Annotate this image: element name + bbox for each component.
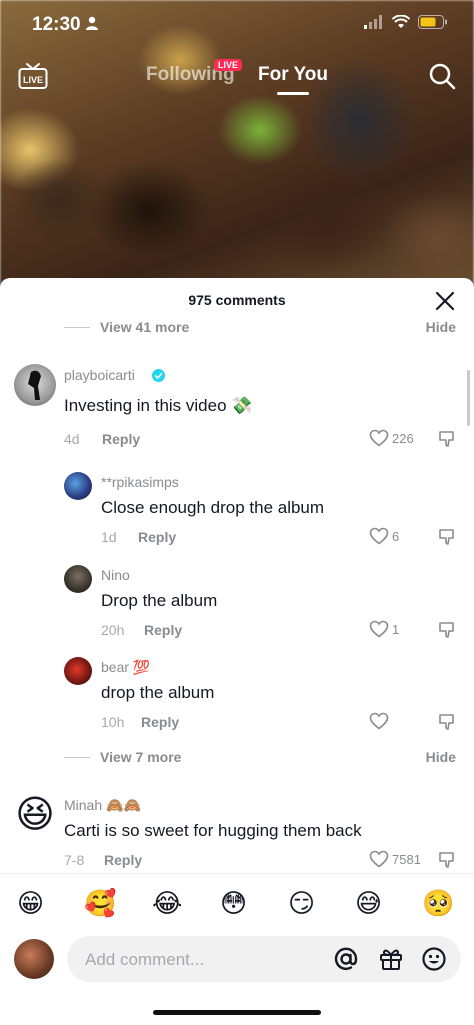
view-more-replies-bottom[interactable]: View 7 more Hide (64, 747, 456, 767)
comment-text: Carti is so sweet for hugging them back (64, 821, 362, 840)
emoji-quick-bar: 😁 🥰 😂 😳 😏 😅 🥺 (0, 873, 474, 936)
divider-line (64, 756, 90, 758)
like-button[interactable] (369, 712, 392, 730)
comment-text: Close enough drop the album (101, 498, 325, 517)
comment-age: 4d (64, 431, 80, 447)
like-button[interactable]: 1 (369, 620, 399, 638)
dislike-icon[interactable] (438, 621, 456, 639)
live-icon[interactable]: LIVE (18, 62, 48, 90)
reply-item: **rpikasimps Close enough drop the album… (0, 472, 474, 552)
svg-text:LIVE: LIVE (23, 75, 43, 85)
emoji-button[interactable]: 😏 (288, 888, 315, 918)
tab-for-you[interactable]: For You (258, 64, 328, 86)
comment-age: 10h (101, 714, 125, 730)
comment-username[interactable]: Minah 🙈🙈 (64, 797, 141, 814)
home-indicator[interactable] (153, 1010, 321, 1015)
avatar[interactable] (14, 364, 56, 406)
wifi-icon (392, 15, 410, 28)
at-icon[interactable] (333, 946, 359, 972)
gift-icon[interactable] (378, 946, 404, 972)
dislike-icon[interactable] (438, 528, 456, 546)
battery-icon (418, 15, 447, 29)
like-count: 226 (392, 430, 414, 446)
person-icon (86, 16, 98, 30)
search-icon[interactable] (428, 62, 456, 90)
emoji-button[interactable]: 😁 (17, 888, 44, 918)
emoji-button[interactable]: 😂 (152, 888, 182, 918)
view-more-label[interactable]: View 7 more (100, 749, 181, 765)
like-count: 6 (392, 528, 400, 544)
like-count: 7581 (392, 851, 421, 867)
heart-icon (369, 429, 389, 447)
comment-input[interactable] (83, 936, 327, 984)
signal-icon (364, 15, 382, 29)
comment-text: Investing in this video 💸 (64, 396, 253, 415)
reply-button[interactable]: Reply (144, 622, 182, 638)
status-time: 12:30 (32, 14, 81, 35)
emoji-button[interactable]: 😳 (220, 888, 247, 918)
emoji-button[interactable]: 🥺 (422, 888, 454, 918)
comment-input-container[interactable] (67, 936, 461, 984)
comment-age: 1d (101, 529, 117, 545)
comment-username[interactable]: Nino (101, 567, 130, 583)
heart-icon (369, 850, 389, 868)
comment-text: drop the album (101, 683, 215, 702)
comments-count-title: 975 comments (188, 292, 286, 308)
comment-username[interactable]: playboicarti (64, 367, 135, 383)
smile-icon[interactable] (421, 946, 447, 972)
like-button[interactable]: 226 (369, 429, 414, 447)
view-more-replies-top[interactable]: View 41 more Hide (64, 317, 456, 337)
close-icon[interactable] (434, 290, 456, 312)
dislike-icon[interactable] (438, 851, 456, 869)
emoji-button[interactable]: 🥰 (84, 888, 116, 918)
heart-icon (369, 712, 389, 730)
reply-button[interactable]: Reply (141, 714, 179, 730)
reply-item: Nino Drop the album 20h Reply 1 (0, 565, 474, 645)
like-count: 1 (392, 621, 400, 637)
comment-username[interactable]: bear 💯 (101, 659, 150, 676)
reply-button[interactable]: Reply (104, 852, 142, 868)
status-indicators (364, 15, 448, 29)
avatar[interactable] (64, 565, 92, 593)
avatar-figure-icon (28, 370, 41, 400)
comment-age: 20h (101, 622, 125, 638)
comment-composer (0, 936, 474, 996)
reply-item: bear 💯 drop the album 10h Reply (0, 657, 474, 737)
avatar[interactable] (64, 472, 92, 500)
hide-replies-button[interactable]: Hide (426, 319, 456, 335)
live-badge: LIVE (214, 59, 243, 71)
like-button[interactable]: 6 (369, 527, 399, 545)
verified-icon (152, 369, 165, 382)
reply-button[interactable]: Reply (102, 431, 140, 447)
comment-item: playboicarti Investing in this video 💸 4… (0, 364, 474, 454)
view-more-label[interactable]: View 41 more (100, 319, 189, 335)
reply-button[interactable]: Reply (138, 529, 176, 545)
like-button[interactable]: 7581 (369, 850, 421, 868)
heart-icon (369, 527, 389, 545)
comment-text: Drop the album (101, 591, 218, 610)
avatar[interactable] (64, 657, 92, 685)
status-bar: 12:30 (0, 0, 474, 50)
dislike-icon[interactable] (438, 430, 456, 448)
divider-line (64, 326, 90, 328)
dislike-icon[interactable] (438, 713, 456, 731)
comment-username[interactable]: **rpikasimps (101, 474, 179, 490)
hide-replies-button[interactable]: Hide (426, 749, 456, 765)
scrollbar[interactable] (467, 370, 470, 426)
top-navigation: LIVE Following LIVE For You (0, 58, 474, 98)
avatar[interactable]: 😆 (14, 794, 56, 836)
comment-item: 😆 Minah 🙈🙈 Carti is so sweet for hugging… (0, 794, 474, 874)
heart-icon (369, 620, 389, 638)
emoji-button[interactable]: 😅 (355, 888, 382, 918)
my-avatar[interactable] (14, 939, 54, 979)
comment-age: 7-8 (64, 852, 85, 868)
active-tab-indicator (277, 92, 309, 95)
